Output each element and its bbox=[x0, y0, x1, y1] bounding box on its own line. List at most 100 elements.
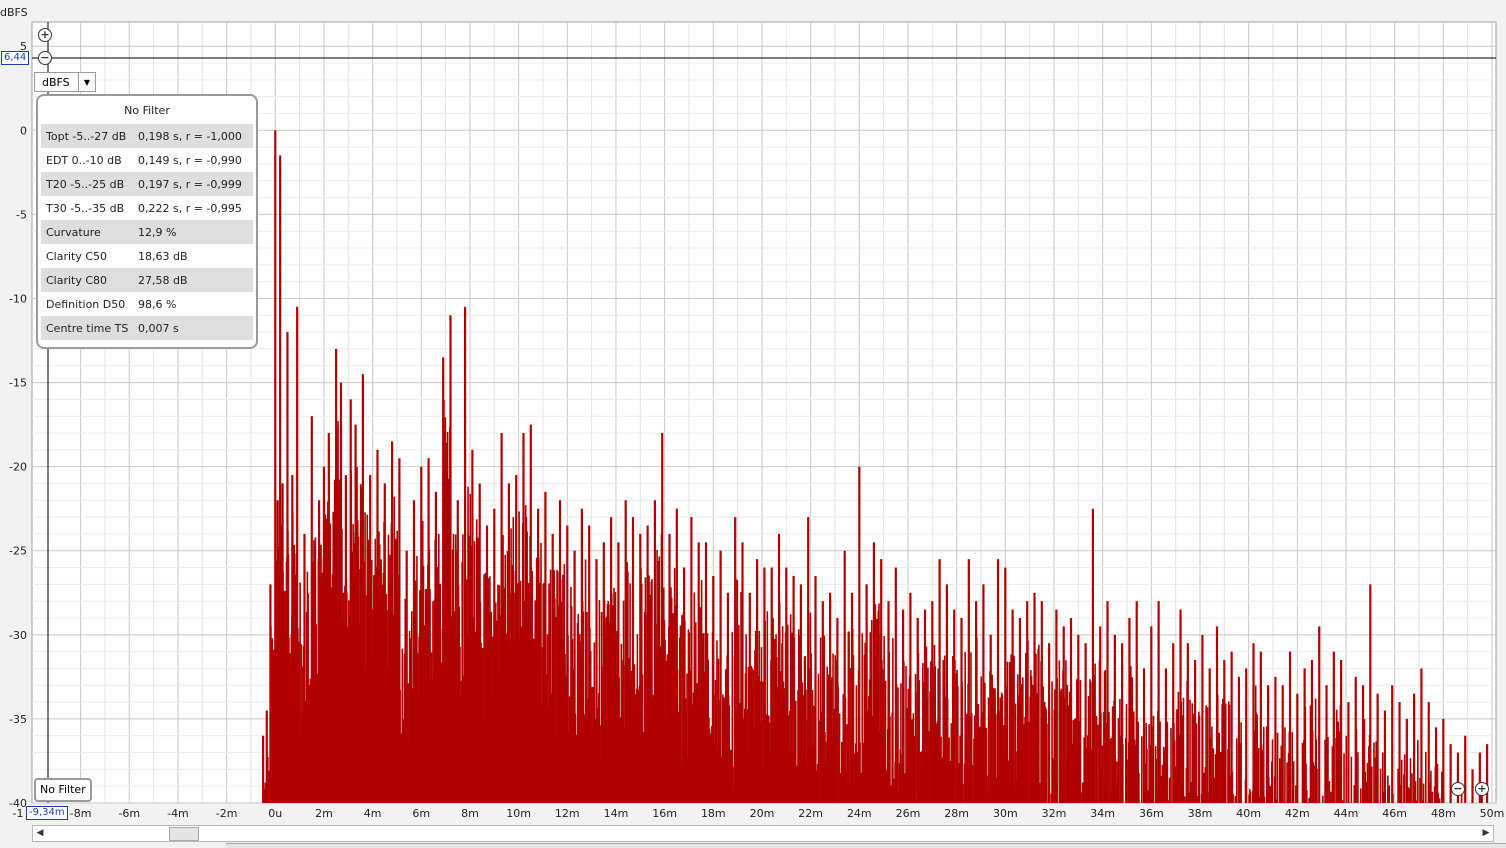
impulse-bar bbox=[1360, 788, 1362, 803]
impulse-bar bbox=[464, 307, 466, 803]
impulse-bar bbox=[1026, 601, 1028, 803]
impulse-bar bbox=[654, 500, 656, 803]
impulse-bar bbox=[734, 517, 736, 803]
cursor-y-readout: 6,44 bbox=[1, 51, 29, 65]
impulse-bar bbox=[1330, 792, 1332, 803]
impulse-bar bbox=[1167, 800, 1169, 803]
impulse-bar bbox=[303, 534, 305, 803]
impulse-bar bbox=[1382, 753, 1384, 803]
impulse-bar bbox=[1207, 707, 1209, 803]
impulse-bar bbox=[822, 601, 824, 803]
impulse-bar bbox=[1411, 773, 1413, 803]
y-tick-label: -30 bbox=[9, 629, 27, 642]
impulse-bar bbox=[1471, 769, 1473, 803]
impulse-bar bbox=[990, 635, 992, 803]
impulse-bar bbox=[1099, 626, 1101, 803]
impulse-bar bbox=[1250, 792, 1252, 803]
unit-select[interactable]: dBFS ▼ bbox=[34, 72, 96, 92]
stats-row-value: 18,63 dB bbox=[134, 250, 188, 263]
x-tick-label: 46m bbox=[1382, 807, 1407, 820]
x-tick-label: -6m bbox=[118, 807, 140, 820]
impulse-bar bbox=[1234, 796, 1236, 803]
x-tick-label: -2m bbox=[216, 807, 238, 820]
stats-row-label: Definition D50 bbox=[41, 298, 134, 311]
impulse-bar bbox=[1428, 702, 1430, 803]
stats-table: Topt -5..-27 dB0,198 s, r = -1,000EDT 0.… bbox=[41, 124, 253, 340]
y-tick-labels: 50-5-10-15-20-25-30-35-40 bbox=[9, 40, 27, 810]
impulse-bar bbox=[1329, 781, 1331, 803]
impulse-bar bbox=[376, 450, 378, 803]
x-tick-label: 2m bbox=[315, 807, 333, 820]
impulse-bar bbox=[1274, 677, 1276, 803]
scrollbar-thumb[interactable] bbox=[169, 827, 199, 841]
impulse-bar bbox=[573, 551, 575, 803]
impulse-bar bbox=[1340, 660, 1342, 803]
impulse-bar bbox=[1304, 668, 1306, 803]
zoom-in-icon[interactable]: + bbox=[38, 28, 52, 42]
impulse-bar bbox=[995, 714, 997, 803]
impulse-bar bbox=[960, 618, 962, 803]
impulse-bar bbox=[354, 425, 356, 803]
impulse-bar bbox=[1333, 652, 1335, 803]
impulse-bar bbox=[1218, 733, 1220, 803]
impulse-bar bbox=[924, 610, 926, 803]
zoom-in-icon[interactable]: + bbox=[1475, 782, 1489, 796]
x-tick-label: 40m bbox=[1236, 807, 1261, 820]
dropdown-arrow-icon[interactable]: ▼ bbox=[78, 73, 95, 91]
impulse-bar bbox=[311, 416, 313, 803]
impulse-bar bbox=[1052, 758, 1054, 803]
impulse-bar bbox=[1464, 736, 1466, 803]
impulse-bar bbox=[1387, 776, 1389, 803]
impulse-bar bbox=[741, 542, 743, 803]
impulse-bar bbox=[1194, 660, 1196, 803]
impulse-bar bbox=[720, 551, 722, 803]
impulse-bar bbox=[1423, 784, 1425, 803]
impulse-bar bbox=[1313, 766, 1315, 803]
impulse-bar bbox=[277, 500, 279, 803]
impulse-bar bbox=[1183, 698, 1185, 803]
impulse-bar bbox=[1357, 752, 1359, 803]
impulse-bar bbox=[1216, 626, 1218, 803]
impulse-bar bbox=[1223, 660, 1225, 803]
impulse-bar bbox=[892, 638, 894, 803]
scroll-left-icon[interactable]: ◀ bbox=[33, 826, 47, 841]
impulse-bar bbox=[897, 687, 899, 803]
impulse-bar bbox=[1092, 509, 1094, 803]
scroll-right-icon[interactable]: ▶ bbox=[1479, 826, 1493, 841]
impulse-bar bbox=[1384, 711, 1386, 803]
impulse-bar bbox=[712, 576, 714, 803]
x-tick-label: 18m bbox=[701, 807, 726, 820]
impulse-bar bbox=[749, 593, 751, 803]
impulse-bar bbox=[1277, 733, 1279, 803]
impulse-bar bbox=[972, 765, 974, 803]
impulse-bar bbox=[1260, 652, 1262, 803]
impulse-bar bbox=[1106, 601, 1108, 803]
impulse-bar bbox=[1201, 635, 1203, 803]
impulse-bar bbox=[1263, 727, 1265, 803]
filter-button[interactable]: No Filter bbox=[34, 778, 92, 802]
impulse-bar bbox=[1311, 660, 1313, 803]
impulse-bar bbox=[632, 517, 634, 803]
impulse-bar bbox=[1406, 719, 1408, 803]
stats-row-value: 0,007 s bbox=[134, 322, 179, 335]
impulse-bar bbox=[793, 576, 795, 803]
impulse-bar bbox=[690, 517, 692, 803]
horizontal-scrollbar[interactable]: ◀ ▶ bbox=[32, 825, 1494, 842]
impulse-bar bbox=[323, 467, 325, 803]
zoom-out-icon[interactable]: − bbox=[1451, 782, 1465, 796]
impulse-bar bbox=[1364, 772, 1366, 803]
impulse-bar bbox=[1102, 745, 1104, 803]
impulse-bar bbox=[1417, 740, 1419, 803]
stats-row: Topt -5..-27 dB0,198 s, r = -1,000 bbox=[41, 124, 253, 148]
impulse-bar bbox=[946, 584, 948, 803]
impulse-bar bbox=[988, 698, 990, 803]
stats-row-label: Centre time TS bbox=[41, 322, 134, 335]
impulse-bar bbox=[1318, 626, 1320, 803]
impulse-bar bbox=[406, 551, 408, 803]
impulse-bar bbox=[1369, 584, 1371, 803]
impulse-bar bbox=[1220, 752, 1222, 803]
impulse-bar bbox=[486, 526, 488, 803]
zoom-out-icon[interactable]: − bbox=[38, 51, 52, 65]
impulse-bar bbox=[1190, 782, 1192, 803]
impulse-bar bbox=[1420, 668, 1422, 803]
